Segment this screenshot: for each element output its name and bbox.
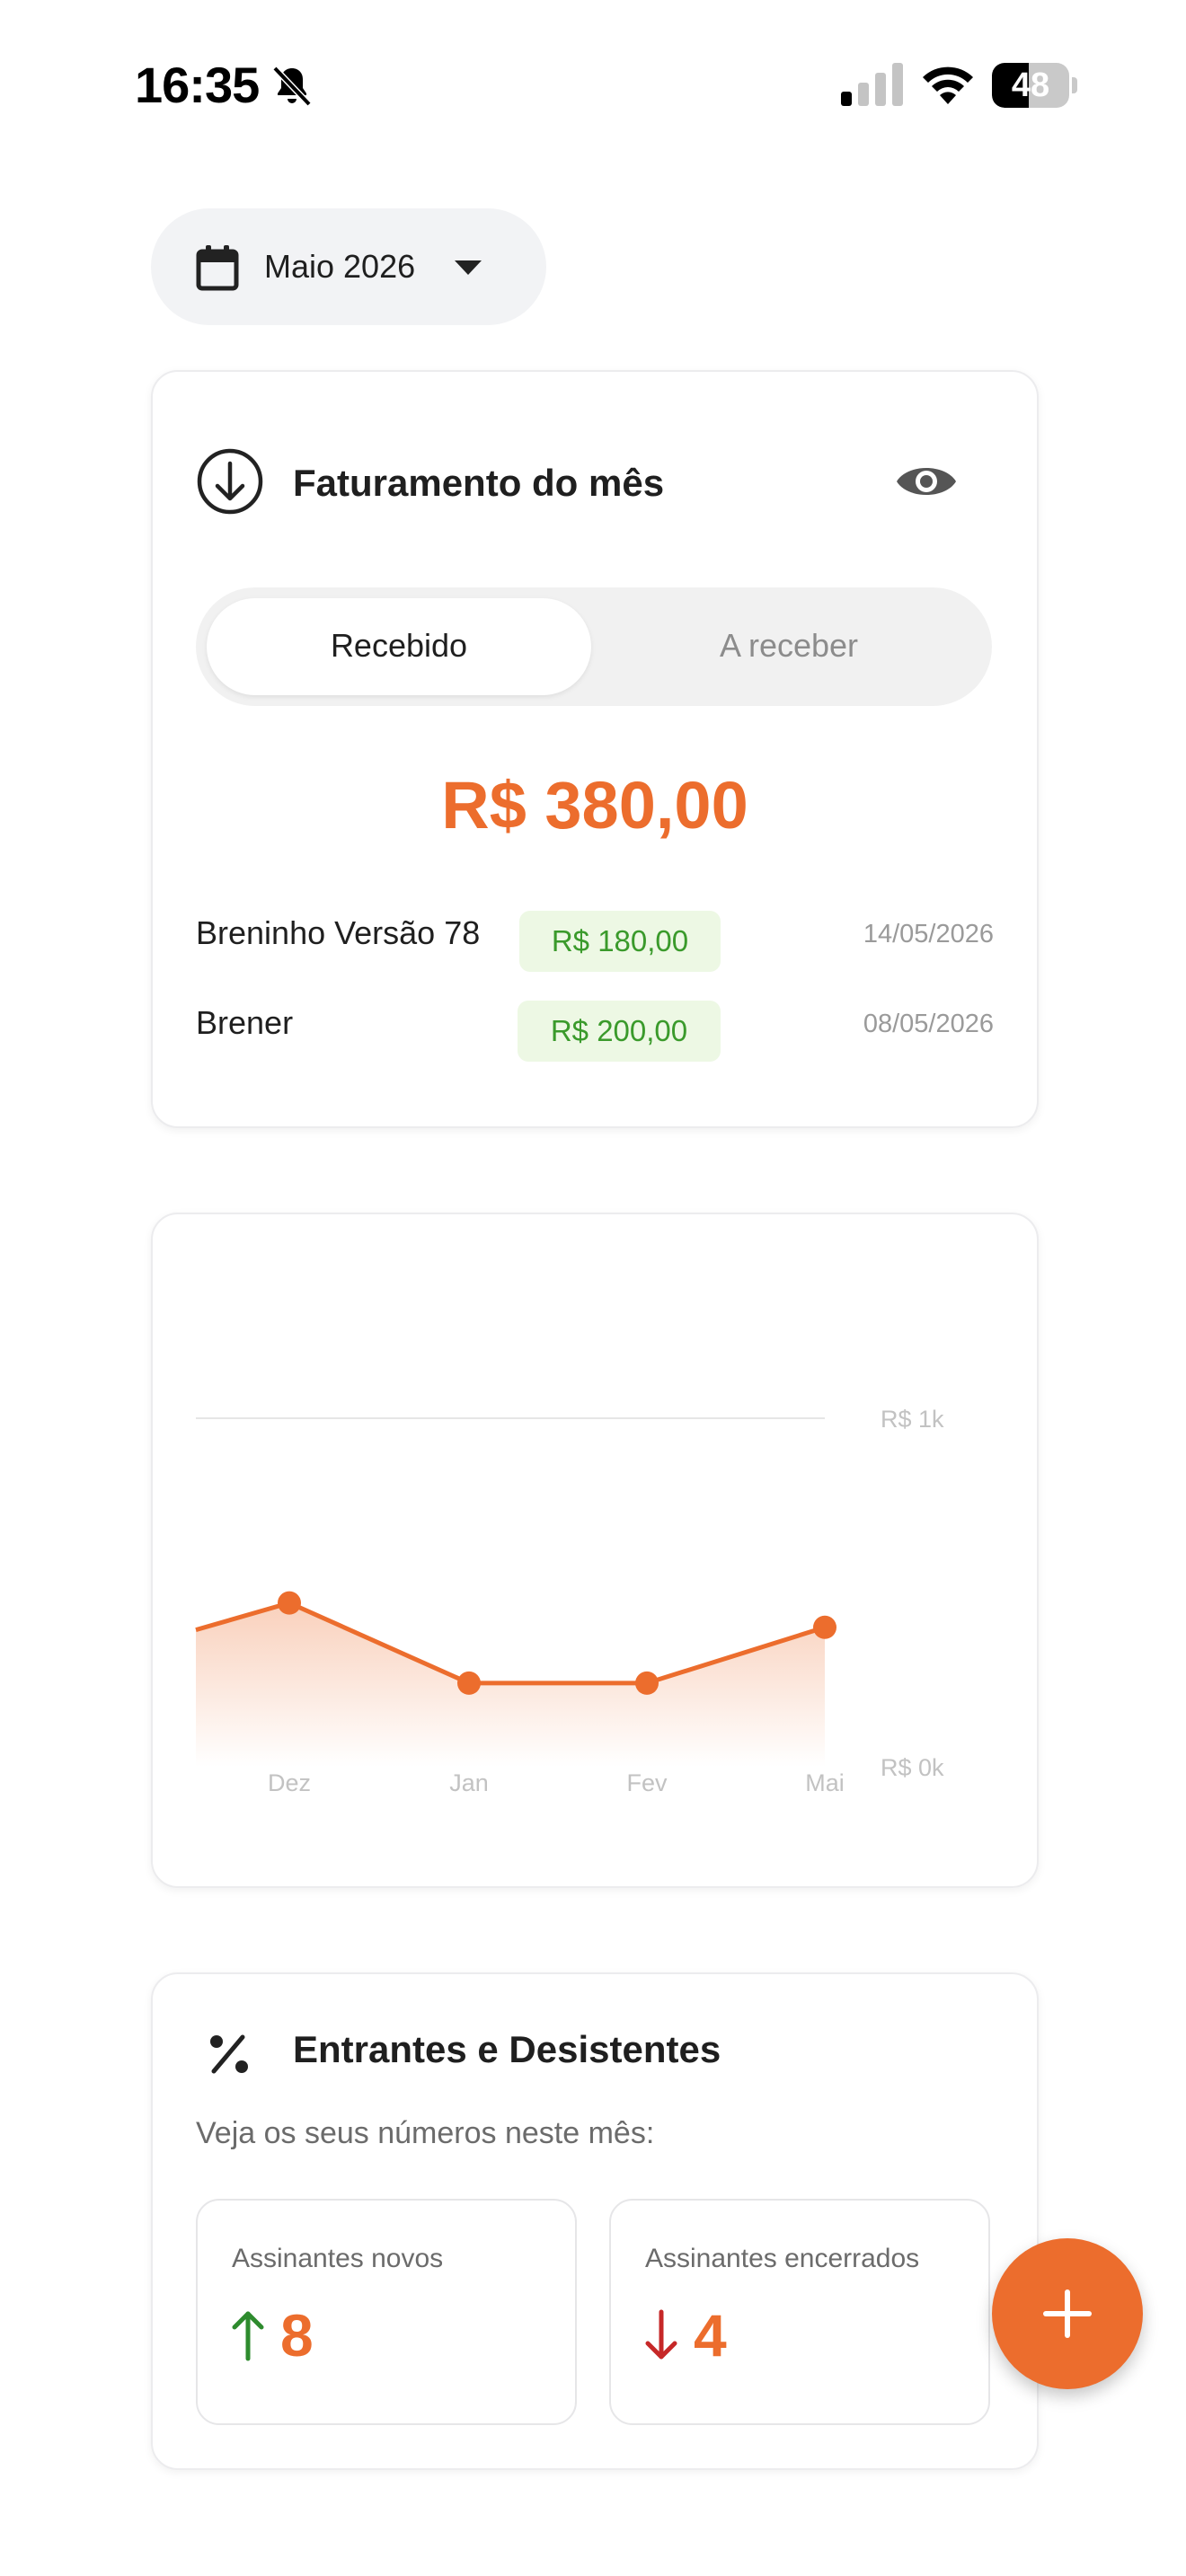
new-subscribers-label: Assinantes novos (232, 2244, 444, 2273)
x-tick-label: Fev (626, 1769, 668, 1796)
ended-subscribers-label: Assinantes encerrados (645, 2244, 920, 2273)
payment-amount-badge: R$ 180,00 (519, 911, 721, 972)
x-tick-label: Jan (449, 1769, 489, 1796)
status-segmented-control: Recebido A receber (196, 587, 992, 706)
revenue-chart-card: R$ 1k R$ 0k Dez Jan Fev Mai (151, 1213, 1039, 1888)
revenue-title: Faturamento do mês (293, 462, 665, 504)
revenue-total: R$ 380,00 (441, 768, 748, 842)
y-tick-label: R$ 1k (881, 1406, 944, 1433)
y-tick-label: R$ 0k (881, 1754, 944, 1781)
tab-a-receber[interactable]: A receber (597, 627, 981, 665)
arrow-up-icon (232, 2311, 264, 2361)
wifi-icon (923, 66, 973, 104)
data-point (813, 1615, 836, 1639)
payment-date: 14/05/2026 (863, 920, 994, 948)
month-label: Maio 2026 (264, 248, 416, 285)
revenue-card: Faturamento do mês Recebido A receber R$… (151, 370, 1039, 1128)
caret-down-icon (455, 260, 482, 275)
arrow-down-circle-icon (197, 448, 263, 515)
ended-subscribers-stat: Assinantes encerrados 4 (609, 2199, 990, 2425)
percent-icon (210, 2034, 248, 2074)
new-subscribers-stat: Assinantes novos 8 (196, 2199, 577, 2425)
data-point (635, 1671, 659, 1695)
entrants-title: Entrantes e Desistentes (293, 2028, 721, 2070)
arrow-down-icon (645, 2309, 677, 2360)
payment-date: 08/05/2026 (863, 1010, 994, 1038)
payment-name: Breninho Versão 78 (196, 914, 481, 951)
entrants-card: Entrantes e Desistentes Veja os seus núm… (151, 1972, 1039, 2470)
payment-name: Brener (196, 1004, 294, 1041)
battery-icon: 48 (992, 63, 1078, 108)
eye-icon[interactable] (895, 458, 958, 505)
payment-amount-badge: R$ 200,00 (518, 1001, 721, 1062)
revenue-chart: R$ 1k R$ 0k Dez Jan Fev Mai (195, 1406, 944, 1796)
data-point (278, 1591, 301, 1615)
x-tick-label: Mai (805, 1769, 845, 1796)
new-subscribers-value: 8 (280, 2302, 314, 2369)
battery-level: 48 (1011, 66, 1050, 104)
entrants-subtitle: Veja os seus números neste mês: (196, 2116, 655, 2150)
month-selector[interactable]: Maio 2026 (151, 208, 546, 325)
calendar-icon (196, 245, 239, 291)
status-time: 16:35 (135, 57, 260, 113)
signal-icon (841, 63, 903, 106)
plus-icon (1043, 2289, 1092, 2338)
x-tick-label: Dez (268, 1769, 311, 1796)
ended-subscribers-value: 4 (694, 2302, 727, 2369)
data-point (457, 1671, 481, 1695)
bell-off-icon (272, 66, 312, 107)
add-button[interactable] (992, 2238, 1143, 2389)
tab-recebido-label[interactable]: Recebido (207, 627, 591, 665)
